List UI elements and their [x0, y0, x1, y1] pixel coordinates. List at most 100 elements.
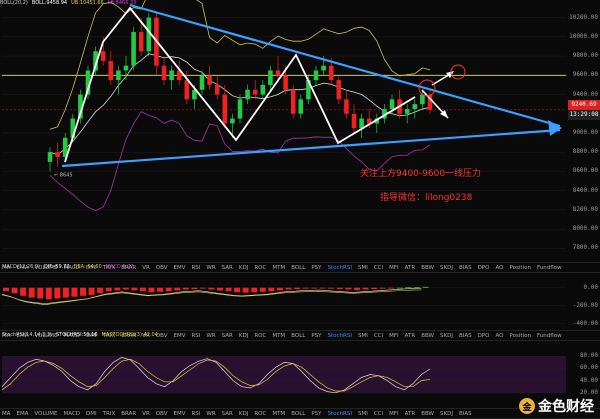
macd-panel[interactable]: MACD(12,26,9) DIF:-59.72 DEA:-64.60 MACD:9.… — [0, 264, 600, 330]
stochrsi-legend: StochRSI(14,14,3,3) STOCHRSI:59.16 MASTOCH… — [2, 332, 162, 338]
tab-rsi[interactable]: RSI — [191, 333, 200, 339]
tab-kdj[interactable]: KDJ — [239, 333, 248, 339]
tab-fundflow[interactable]: Fundflow — [537, 333, 562, 339]
main-price-chart[interactable]: BOLL(20,2) BOLL:9458.94 UB:10451.66 LB:8466… — [0, 0, 600, 262]
price-tick-label: 8200.00 — [572, 205, 598, 213]
tab-atr[interactable]: ATR — [405, 265, 416, 271]
tab-position[interactable]: Position — [510, 265, 531, 271]
tab-ao[interactable]: AO — [496, 265, 504, 271]
candle-body — [100, 51, 106, 61]
candle-body — [131, 32, 136, 66]
tab-vr[interactable]: VR — [142, 265, 150, 271]
tab-bbw[interactable]: BBW — [421, 411, 434, 417]
candle-body — [344, 99, 349, 114]
tab-psy[interactable]: PSY — [311, 265, 321, 271]
tab-kdj[interactable]: KDJ — [239, 265, 248, 271]
tab-skdj[interactable]: SKDJ — [440, 265, 453, 271]
tab-ema[interactable]: EMA — [17, 411, 29, 417]
stochrsi-panel[interactable]: StochRSI(14,14,3,3) STOCHRSI:59.16 MASTOCH… — [0, 332, 600, 408]
tab-smi[interactable]: SMI — [358, 265, 368, 271]
macd-tick-label: 0.00 — [583, 283, 598, 291]
tab-stochrsi[interactable]: StochRSI — [328, 411, 352, 417]
tab-emv[interactable]: EMV — [173, 265, 185, 271]
tab-vr[interactable]: VR — [142, 411, 150, 417]
tab-mtm[interactable]: MTM — [272, 333, 285, 339]
tab-psy[interactable]: PSY — [311, 411, 321, 417]
tab-macd[interactable]: MACD — [64, 411, 81, 417]
candle-body — [222, 94, 228, 124]
tab-position[interactable]: Position — [510, 333, 531, 339]
tab-sar[interactable]: SAR — [222, 333, 233, 339]
tab-mfi[interactable]: MFI — [389, 265, 399, 271]
tab-wr[interactable]: WR — [206, 265, 215, 271]
tab-smi[interactable]: SMI — [358, 333, 368, 339]
macd-histogram-bar — [165, 287, 172, 292]
tab-boll[interactable]: BOLL — [291, 411, 305, 417]
tab-smi[interactable]: SMI — [358, 411, 368, 417]
tab-trix[interactable]: TRIX — [103, 411, 116, 417]
tab-atr[interactable]: ATR — [405, 411, 416, 417]
tab-wr[interactable]: WR — [206, 411, 215, 417]
tab-ma[interactable]: MA — [2, 411, 11, 417]
tab-sar[interactable]: SAR — [222, 265, 233, 271]
tab-mfi[interactable]: MFI — [389, 411, 399, 417]
price-tick-label: 10200.00 — [569, 13, 598, 21]
tab-skdj[interactable]: SKDJ — [440, 411, 453, 417]
tab-stochrsi[interactable]: StochRSI — [328, 333, 352, 339]
stochrsi-tick-label: 20.00 — [579, 388, 598, 396]
tab-roc[interactable]: ROC — [254, 333, 266, 339]
tab-emv[interactable]: EMV — [173, 333, 185, 339]
tab-bbw[interactable]: BBW — [421, 333, 434, 339]
tab-brar[interactable]: BRAR — [121, 411, 136, 417]
macd-histogram-bar — [345, 287, 352, 290]
tab-fundflow[interactable]: Fundflow — [537, 265, 562, 271]
tab-rsi[interactable]: RSI — [191, 411, 200, 417]
tab-atr[interactable]: ATR — [405, 333, 416, 339]
tab-bbw[interactable]: BBW — [421, 265, 434, 271]
tab-sar[interactable]: SAR — [222, 411, 233, 417]
tab-mtm[interactable]: MTM — [272, 265, 285, 271]
tab-obv[interactable]: OBV — [156, 265, 168, 271]
candlestick-svg[interactable]: ← 8645 — [0, 0, 600, 262]
current-time-tag: 13:29:08 — [568, 110, 600, 120]
macd-histogram-bar — [62, 287, 69, 298]
tab-bias[interactable]: BIAS — [459, 333, 472, 339]
tab-skdj[interactable]: SKDJ — [440, 333, 453, 339]
tab-ao[interactable]: AO — [496, 333, 504, 339]
tab-emv[interactable]: EMV — [173, 411, 185, 417]
tab-dpo[interactable]: DPO — [478, 333, 490, 339]
tab-stochrsi[interactable]: StochRSI — [328, 265, 352, 271]
tab-mtm[interactable]: MTM — [272, 411, 285, 417]
candle-body — [116, 70, 121, 81]
low-price-label: ← 8645 — [54, 172, 73, 178]
tab-obv[interactable]: OBV — [156, 411, 168, 417]
tab-volume[interactable]: VOLUME — [35, 411, 58, 417]
tab-cci[interactable]: CCI — [374, 333, 383, 339]
macd-histogram-bar — [328, 287, 335, 289]
candle-body — [214, 84, 220, 95]
macd-histogram-bar — [97, 287, 104, 294]
tab-rsi[interactable]: RSI — [191, 265, 200, 271]
tab-boll[interactable]: BOLL — [291, 333, 305, 339]
tab-cci[interactable]: CCI — [374, 265, 383, 271]
candle-body — [268, 70, 273, 85]
price-tick-label: 9400.00 — [572, 90, 598, 98]
tab-cci[interactable]: CCI — [374, 411, 383, 417]
tab-boll[interactable]: BOLL — [291, 265, 305, 271]
tab-dmi[interactable]: DMI — [86, 411, 97, 417]
candle-body — [313, 70, 319, 81]
trendline-arrowhead — [548, 120, 562, 136]
candle-body — [108, 60, 114, 81]
macd-histogram-bar — [28, 287, 35, 298]
tab-kdj[interactable]: KDJ — [239, 411, 248, 417]
tab-roc[interactable]: ROC — [254, 265, 266, 271]
stochrsi-tick-label: 40.00 — [579, 376, 598, 384]
tab-wr[interactable]: WR — [206, 333, 215, 339]
tab-mfi[interactable]: MFI — [389, 333, 399, 339]
tab-bias[interactable]: BIAS — [459, 265, 472, 271]
macd-histogram-bar — [242, 287, 249, 293]
tab-roc[interactable]: ROC — [254, 411, 266, 417]
tab-bias[interactable]: BIAS — [459, 411, 472, 417]
tab-dpo[interactable]: DPO — [478, 265, 490, 271]
tab-psy[interactable]: PSY — [311, 333, 321, 339]
